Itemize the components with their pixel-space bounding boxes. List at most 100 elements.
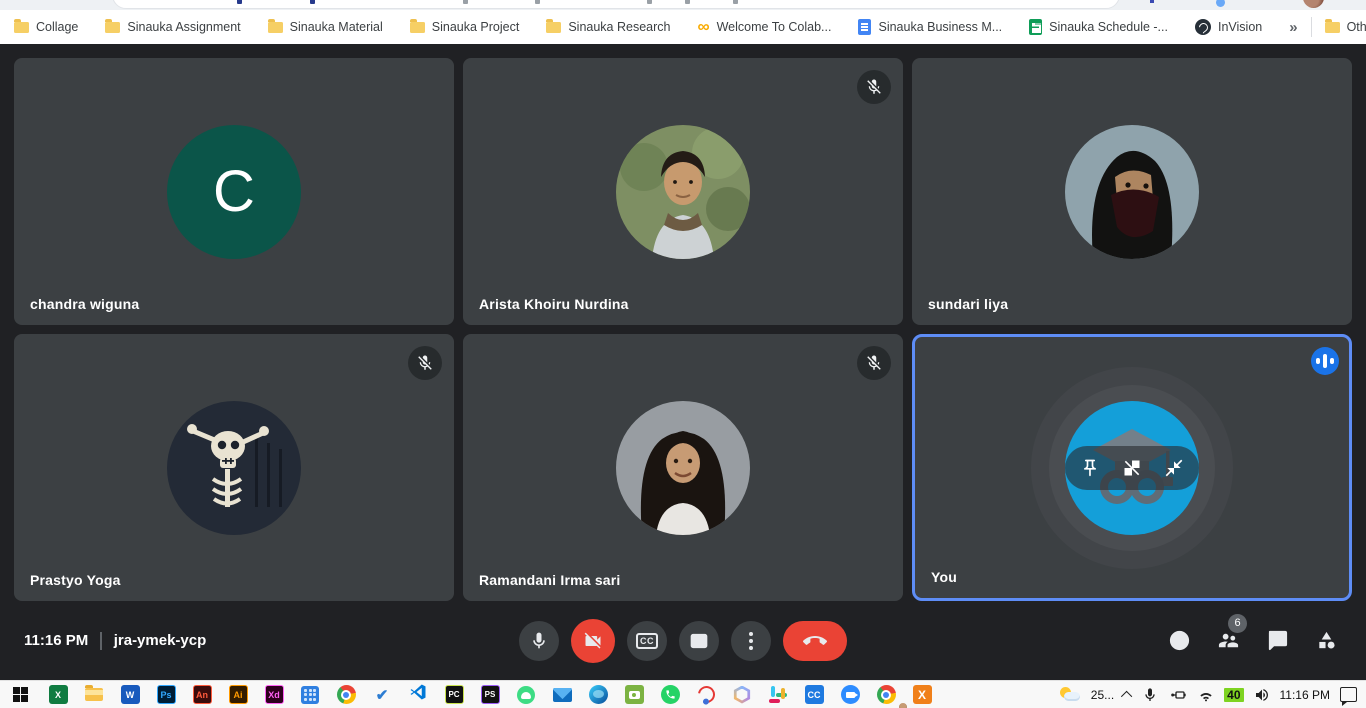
bookmark-sinauka-business[interactable]: Sinauka Business M... (858, 19, 1002, 35)
bookmark-sinauka-assignment[interactable]: Sinauka Assignment (105, 20, 240, 34)
participant-tile-ramandani[interactable]: Ramandani Irma sari (463, 334, 903, 601)
participant-tile-prastyo[interactable]: Prastyo Yoga (14, 334, 454, 601)
chrome-icon (877, 685, 896, 704)
mic-button[interactable] (519, 621, 559, 661)
people-count-badge: 6 (1228, 614, 1247, 633)
tray-mic-icon[interactable] (1142, 687, 1158, 703)
whatsapp-icon (661, 685, 680, 704)
minimize-button[interactable] (1162, 456, 1186, 480)
tray-expand-chevron[interactable] (1121, 690, 1132, 701)
participant-name: Prastyo Yoga (30, 572, 121, 588)
taskbar-zoom[interactable] (832, 681, 868, 708)
phpstorm-icon: PS (481, 685, 500, 704)
bookmark-invision[interactable]: InVision (1195, 19, 1262, 35)
equalizer-bar (1316, 358, 1321, 364)
activities-button[interactable] (1314, 629, 1338, 653)
taskbar-phpstorm[interactable]: PS (472, 681, 508, 708)
videocam-off-icon (583, 631, 603, 651)
bookmark-colab[interactable]: ∞ Welcome To Colab... (697, 20, 831, 34)
speaker-icon[interactable] (1254, 687, 1270, 703)
battery-percent-badge[interactable]: 40 (1224, 688, 1243, 702)
participant-tile-chandra[interactable]: C chandra wiguna (14, 58, 454, 325)
bookmark-sinauka-schedule[interactable]: Sinauka Schedule -... (1029, 19, 1168, 35)
participant-tile-you[interactable]: You (912, 334, 1352, 601)
bookmark-label: Sinauka Business M... (878, 20, 1002, 34)
taskbar-photoshop[interactable]: Ps (148, 681, 184, 708)
self-tile-hover-controls (1065, 446, 1199, 490)
tab-favicon-fragment (733, 0, 738, 4)
divider (100, 632, 102, 650)
other-bookmarks[interactable]: Other bookmarks (1325, 20, 1366, 34)
taskbar-cc-app[interactable]: CC (796, 681, 832, 708)
taskbar-word[interactable]: W (112, 681, 148, 708)
weather-icon[interactable] (1059, 687, 1081, 703)
taskbar-whatsapp[interactable] (652, 681, 688, 708)
cc-icon: CC (636, 633, 658, 649)
bookmarks-overflow-chevron[interactable]: » (1289, 19, 1297, 36)
more-options-button[interactable] (731, 621, 771, 661)
battery-plug-icon[interactable] (1168, 687, 1188, 703)
leave-call-button[interactable] (783, 621, 847, 661)
chat-button[interactable] (1265, 629, 1289, 653)
taskbar-file-explorer[interactable] (76, 681, 112, 708)
taskbar-mail[interactable] (544, 681, 580, 708)
clock: 11:16 PM (24, 632, 88, 649)
taskbar-calendar[interactable] (292, 681, 328, 708)
folder-icon (268, 22, 283, 33)
illustrator-icon: Ai (229, 685, 248, 704)
temperature-label[interactable]: 25... (1091, 688, 1114, 702)
folder-icon (410, 22, 425, 33)
camera-off-button[interactable] (571, 619, 615, 663)
participant-tile-sundari[interactable]: sundari liya (912, 58, 1352, 325)
vscode-icon (409, 683, 427, 706)
taskbar-illustrator[interactable]: Ai (220, 681, 256, 708)
participant-name: Arista Khoiru Nurdina (479, 296, 629, 312)
taskbar-clock[interactable]: 11:16 PM (1280, 688, 1330, 702)
present-button[interactable] (679, 621, 719, 661)
bookmark-sinauka-material[interactable]: Sinauka Material (268, 20, 383, 34)
google-sheets-icon (1029, 19, 1042, 35)
mic-muted-badge (857, 346, 891, 380)
taskbar-todo[interactable]: ✔ (364, 681, 400, 708)
bookmark-label: Sinauka Research (568, 20, 670, 34)
profile-avatar-fragment[interactable] (1303, 0, 1324, 8)
start-button[interactable] (0, 681, 40, 708)
action-center-icon[interactable] (1340, 687, 1357, 702)
unpin-layout-button[interactable] (1120, 456, 1144, 480)
taskbar-camera-app[interactable] (616, 681, 652, 708)
taskbar-chrome-profile[interactable] (868, 681, 904, 708)
bookmark-sinauka-research[interactable]: Sinauka Research (546, 20, 670, 34)
taskbar-hexagon-app[interactable] (724, 681, 760, 708)
people-button[interactable]: 6 (1216, 629, 1240, 653)
captions-button[interactable]: CC (627, 621, 667, 661)
participant-name: Ramandani Irma sari (479, 572, 621, 588)
taskbar-vscode[interactable] (400, 681, 436, 708)
mic-muted-badge (408, 346, 442, 380)
pin-button[interactable] (1078, 456, 1102, 480)
meet-right-panel-buttons: 6 (1167, 629, 1338, 653)
tab-favicon-fragment (535, 0, 540, 4)
bookmark-collage[interactable]: Collage (14, 20, 78, 34)
taskbar-animate[interactable]: An (184, 681, 220, 708)
taskbar-excel[interactable]: X (40, 681, 76, 708)
taskbar-slack[interactable] (760, 681, 796, 708)
participant-name: sundari liya (928, 296, 1008, 312)
taskbar-pycharm[interactable]: PC (436, 681, 472, 708)
wifi-icon[interactable] (1198, 687, 1214, 703)
toolbar-icon-fragment (1216, 0, 1225, 7)
taskbar-sketch-app[interactable] (688, 681, 724, 708)
avatar-letter: C (213, 158, 255, 225)
taskbar-android[interactable] (508, 681, 544, 708)
windows-taskbar: X W Ps An Ai Xd ✔ PC PS CC X 25... 40 11… (0, 680, 1366, 708)
edge-icon (589, 685, 608, 704)
call-controls: CC (519, 619, 847, 663)
meeting-details-button[interactable] (1167, 629, 1191, 653)
taskbar-edge[interactable] (580, 681, 616, 708)
taskbar-chrome[interactable] (328, 681, 364, 708)
bookmark-sinauka-project[interactable]: Sinauka Project (410, 20, 520, 34)
taskbar-adobe-xd[interactable]: Xd (256, 681, 292, 708)
bookmark-label: Collage (36, 20, 78, 34)
omnibox[interactable] (112, 0, 1120, 9)
taskbar-xampp[interactable]: X (904, 681, 940, 708)
participant-tile-arista[interactable]: Arista Khoiru Nurdina (463, 58, 903, 325)
